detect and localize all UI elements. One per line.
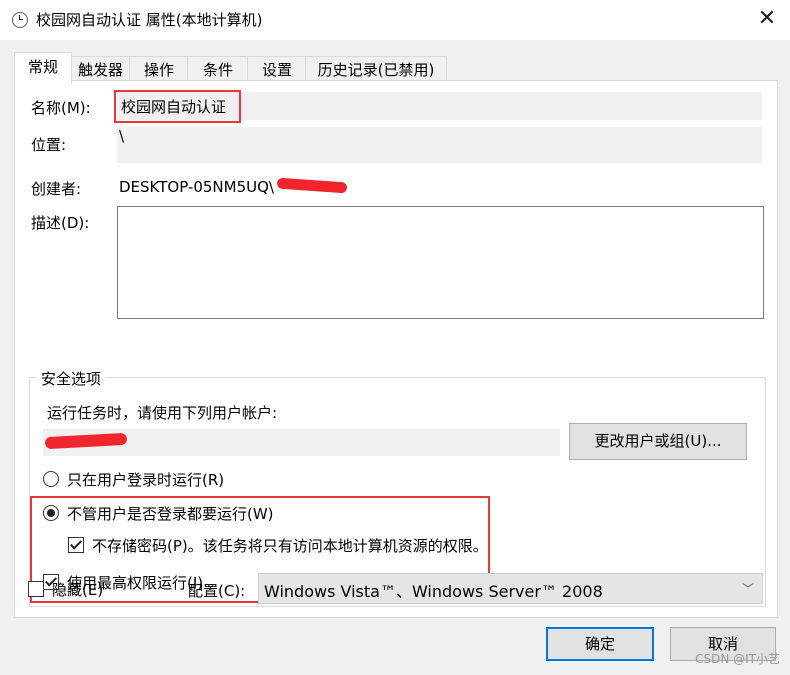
- checkbox-no-store-password-label[interactable]: 不存储密码(P)。该任务将只有访问本地计算机资源的权限。: [92, 535, 488, 556]
- radio-logged-on[interactable]: [43, 471, 59, 487]
- location-field: \: [117, 127, 762, 163]
- security-options-title: 安全选项: [37, 368, 106, 389]
- location-value: \: [119, 127, 125, 145]
- checkbox-no-store-password[interactable]: [68, 537, 84, 553]
- task-clock-icon: [12, 12, 28, 28]
- config-label: 配置(C):: [188, 582, 246, 600]
- tab-actions[interactable]: 操作: [129, 56, 189, 83]
- checkbox-hidden[interactable]: [28, 581, 44, 597]
- general-panel: 名称(M): 校园网自动认证 位置: \ 创建者: DESKTOP-05NM5U…: [14, 80, 778, 618]
- tab-history[interactable]: 历史记录(已禁用): [305, 56, 447, 83]
- author-label: 创建者:: [31, 180, 82, 198]
- close-button[interactable]: ✕: [744, 0, 790, 40]
- checkbox-hidden-label[interactable]: 隐藏(E): [52, 579, 103, 600]
- tab-conditions[interactable]: 条件: [187, 56, 249, 83]
- change-user-button[interactable]: 更改用户或组(U)...: [569, 423, 747, 460]
- author-value: DESKTOP-05NM5UQ\: [119, 178, 274, 196]
- window-title: 校园网自动认证 属性(本地计算机): [36, 11, 263, 29]
- radio-whether-logged-on[interactable]: [43, 505, 59, 521]
- description-textarea[interactable]: [117, 206, 764, 319]
- ok-button[interactable]: 确定: [546, 627, 654, 661]
- title-bar: 校园网自动认证 属性(本地计算机) ✕: [0, 0, 790, 40]
- radio-whether-logged-on-label[interactable]: 不管用户是否登录都要运行(W): [67, 503, 274, 524]
- watermark: CSDN @IT小艺: [695, 652, 780, 666]
- chevron-down-icon: ﹀: [741, 582, 754, 596]
- config-select-value: Windows Vista™、Windows Server™ 2008: [264, 582, 603, 601]
- radio-logged-on-label[interactable]: 只在用户登录时运行(R): [67, 469, 224, 490]
- config-select[interactable]: Windows Vista™、Windows Server™ 2008 ﹀: [258, 573, 763, 604]
- properties-dialog: 常规 触发器 操作 条件 设置 历史记录(已禁用) 名称(M): 校园网自动认证…: [0, 40, 790, 675]
- description-label: 描述(D):: [31, 214, 90, 232]
- tab-triggers[interactable]: 触发器: [70, 56, 131, 83]
- redaction-mark: [276, 177, 348, 194]
- name-label: 名称(M):: [31, 99, 91, 117]
- location-label: 位置:: [31, 136, 67, 154]
- run-as-text: 运行任务时，请使用下列用户帐户:: [47, 404, 278, 422]
- highlight-box-name: [114, 90, 241, 123]
- tab-general[interactable]: 常规: [14, 52, 72, 84]
- tab-settings[interactable]: 设置: [247, 56, 307, 83]
